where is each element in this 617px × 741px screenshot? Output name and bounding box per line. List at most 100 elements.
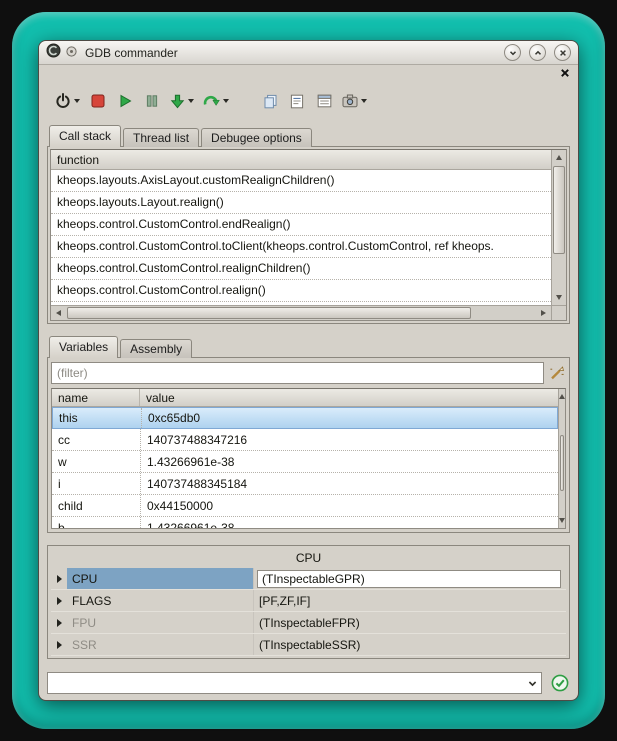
report-icon — [290, 94, 304, 109]
copy-button[interactable] — [259, 89, 281, 113]
cpu-row-cpu[interactable]: CPU(TInspectableGPR) — [51, 568, 566, 590]
variable-value: 1.43266961e-38 — [140, 517, 558, 528]
cpu-register-group[interactable]: SSR — [67, 634, 253, 655]
scroll-thumb[interactable] — [67, 307, 471, 319]
stop-icon — [91, 94, 105, 108]
pause-button[interactable] — [141, 89, 163, 113]
power-button[interactable] — [53, 89, 82, 113]
dropdown-caret-icon[interactable] — [188, 99, 194, 103]
close-button[interactable] — [554, 44, 571, 61]
arrow-left-icon — [56, 310, 61, 316]
variable-row-i[interactable]: i140737488345184 — [52, 473, 558, 495]
scroll-left-button[interactable] — [51, 306, 66, 320]
variable-value: 0xc65db0 — [141, 408, 557, 428]
cpu-row-ssr[interactable]: SSR(TInspectableSSR) — [51, 634, 566, 656]
power-icon — [55, 93, 71, 109]
run-button[interactable] — [114, 89, 136, 113]
chevron-up-icon — [533, 48, 543, 58]
minimize-button[interactable] — [504, 44, 521, 61]
close-icon — [558, 48, 568, 58]
scroll-right-button[interactable] — [536, 306, 551, 320]
execute-command-button[interactable] — [550, 674, 570, 692]
variables-table: name value this0xc65db0cc140737488347216… — [52, 389, 558, 528]
dock-close-icon — [560, 68, 570, 78]
cpu-register-group[interactable]: FLAGS — [67, 590, 253, 611]
variable-value: 140737488347216 — [140, 429, 558, 450]
filter-input[interactable] — [51, 362, 544, 384]
variable-row-cc[interactable]: cc140737488347216 — [52, 429, 558, 451]
column-header-value[interactable]: value — [140, 389, 558, 406]
variables-vscrollbar[interactable] — [558, 389, 565, 528]
arrow-down-icon — [559, 518, 565, 523]
watch-button[interactable] — [313, 89, 335, 113]
expand-arrow-icon[interactable] — [51, 575, 67, 583]
callstack-row[interactable]: kheops.control.CustomControl.realign() — [51, 280, 551, 302]
callstack-row[interactable]: kheops.control.CustomControl.toClient(kh… — [51, 236, 551, 258]
cpu-row-flags[interactable]: FLAGS[PF,ZF,IF] — [51, 590, 566, 612]
variable-name: this — [53, 408, 141, 428]
dropdown-caret-icon[interactable] — [223, 99, 229, 103]
combobox-dropdown-button[interactable] — [523, 673, 541, 693]
tab-thread-list[interactable]: Thread list — [123, 128, 199, 147]
step-into-button[interactable] — [168, 89, 196, 113]
tab-assembly[interactable]: Assembly — [120, 339, 192, 358]
column-header-name[interactable]: name — [52, 389, 140, 406]
wand-icon[interactable] — [548, 365, 566, 381]
titlebar[interactable]: GDB commander — [39, 41, 578, 65]
scroll-down-button[interactable] — [559, 513, 565, 528]
chevron-down-icon — [527, 678, 538, 689]
cpu-register-group[interactable]: CPU — [67, 568, 253, 589]
cpu-value-cell: (TInspectableFPR) — [253, 612, 566, 633]
scroll-up-button[interactable] — [552, 150, 566, 165]
scroll-up-button[interactable] — [559, 389, 565, 404]
cpu-rows: CPU(TInspectableGPR)FLAGS[PF,ZF,IF]FPU(T… — [51, 568, 566, 656]
variable-row-this[interactable]: this0xc65db0 — [52, 407, 558, 429]
command-combobox[interactable] — [47, 672, 542, 694]
callstack-vscrollbar[interactable] — [551, 150, 566, 305]
tab-call-stack[interactable]: Call stack — [49, 125, 121, 147]
window-title: GDB commander — [85, 46, 496, 60]
callstack-row[interactable]: kheops.control.CustomControl.realignChil… — [51, 258, 551, 280]
variable-row-w[interactable]: w1.43266961e-38 — [52, 451, 558, 473]
cpu-panel-title: CPU — [51, 548, 566, 568]
stop-button[interactable] — [87, 89, 109, 113]
callstack-column-header[interactable]: function — [51, 150, 551, 170]
callstack-hscrollbar[interactable] — [51, 305, 551, 320]
scroll-down-button[interactable] — [552, 290, 566, 305]
expand-arrow-icon[interactable] — [51, 619, 67, 627]
callstack-row[interactable]: kheops.layouts.AxisLayout.customRealignC… — [51, 170, 551, 192]
command-input[interactable] — [48, 676, 523, 690]
callstack-row[interactable]: kheops.control.CustomControl.endRealign(… — [51, 214, 551, 236]
scroll-track[interactable] — [552, 165, 566, 290]
screen-frame: GDB commander Call stackThread listDe — [12, 12, 605, 729]
tab-debugee-options[interactable]: Debugee options — [201, 128, 312, 147]
callstack-row[interactable]: kheops.layouts.Layout.realign() — [51, 192, 551, 214]
dropdown-caret-icon[interactable] — [361, 99, 367, 103]
dock-close-button[interactable] — [560, 65, 570, 83]
cpu-register-group[interactable]: FPU — [67, 612, 253, 633]
dropdown-caret-icon[interactable] — [74, 99, 80, 103]
arrow-down-icon — [556, 295, 562, 300]
callstack-listview: function kheops.layouts.AxisLayout.custo… — [50, 149, 567, 321]
step-over-icon — [203, 94, 220, 109]
report-button[interactable] — [286, 89, 308, 113]
scroll-track[interactable] — [66, 306, 536, 320]
cpu-value[interactable]: (TInspectableGPR) — [257, 570, 561, 588]
cpu-panel: CPU CPU(TInspectableGPR)FLAGS[PF,ZF,IF]F… — [47, 545, 570, 659]
variable-row-b[interactable]: b1.43266961e-38 — [52, 517, 558, 528]
expand-arrow-icon[interactable] — [51, 641, 67, 649]
scroll-track[interactable] — [559, 404, 565, 513]
cpu-row-fpu[interactable]: FPU(TInspectableFPR) — [51, 612, 566, 634]
scroll-thumb[interactable] — [560, 435, 564, 492]
variable-row-child[interactable]: child0x44150000 — [52, 495, 558, 517]
snapshot-button[interactable] — [340, 89, 369, 113]
tab-variables[interactable]: Variables — [49, 336, 118, 358]
scroll-thumb[interactable] — [553, 166, 565, 254]
expand-arrow-icon[interactable] — [51, 597, 67, 605]
step-over-button[interactable] — [201, 89, 231, 113]
variables-rows: this0xc65db0cc140737488347216w1.43266961… — [52, 407, 558, 528]
cpu-value-cell: (TInspectableSSR) — [253, 634, 566, 655]
window-menu-icon[interactable] — [66, 44, 77, 62]
arrow-up-icon — [559, 394, 565, 399]
maximize-button[interactable] — [529, 44, 546, 61]
